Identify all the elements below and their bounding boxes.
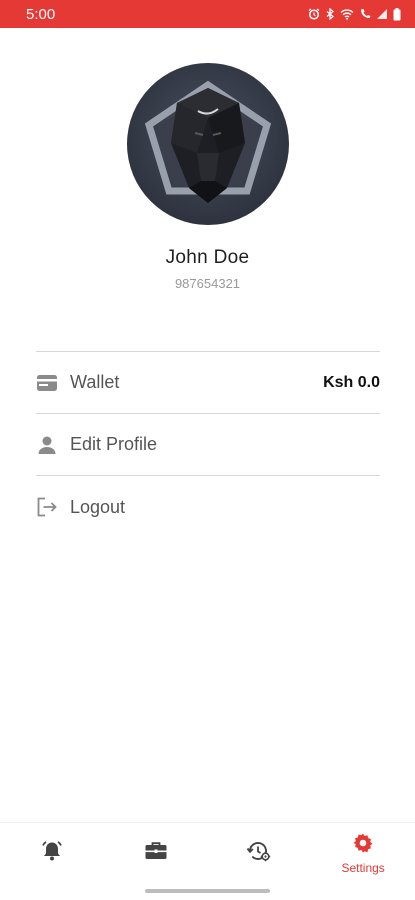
- wallet-label: Wallet: [70, 372, 120, 392]
- bottom-nav: Settings: [0, 822, 415, 884]
- bell-icon: [40, 839, 64, 868]
- nav-history[interactable]: [208, 823, 312, 884]
- battery-icon: [393, 7, 401, 21]
- avatar[interactable]: [127, 63, 289, 225]
- settings-label: Settings: [341, 861, 385, 875]
- home-indicator[interactable]: [145, 889, 270, 893]
- gear-icon: [352, 832, 374, 859]
- call-icon: [359, 8, 371, 20]
- user-name: John Doe: [165, 247, 250, 268]
- logout-icon: [36, 496, 58, 518]
- alarm-icon: [308, 8, 320, 20]
- user-phone: 987654321: [174, 276, 241, 291]
- menu-item-wallet[interactable]: Wallet Ksh 0.0: [36, 352, 380, 414]
- logout-label: Logout: [70, 496, 126, 517]
- menu-item-logout[interactable]: Logout: [36, 476, 380, 538]
- wallet-balance: Ksh 0.0: [323, 373, 380, 391]
- status-icons: [308, 7, 401, 21]
- history-settings-icon: [246, 839, 272, 868]
- status-bar: 5:00: [0, 0, 415, 28]
- person-icon: [36, 434, 58, 456]
- settings-menu: Wallet Ksh 0.0 Edit Profile Logout: [36, 351, 380, 538]
- wallet-icon: [36, 372, 58, 394]
- lion-avatar: [144, 80, 272, 203]
- wifi-icon: [340, 8, 354, 20]
- nav-settings[interactable]: Settings: [311, 823, 415, 884]
- bluetooth-icon: [325, 8, 335, 20]
- nav-notifications[interactable]: [0, 823, 104, 884]
- briefcase-icon: [144, 840, 168, 867]
- edit-profile-label: Edit Profile: [70, 434, 158, 454]
- menu-item-edit-profile[interactable]: Edit Profile: [36, 414, 380, 476]
- nav-jobs[interactable]: [104, 823, 208, 884]
- signal-icon: [376, 8, 388, 20]
- status-time: 5:00: [26, 5, 56, 23]
